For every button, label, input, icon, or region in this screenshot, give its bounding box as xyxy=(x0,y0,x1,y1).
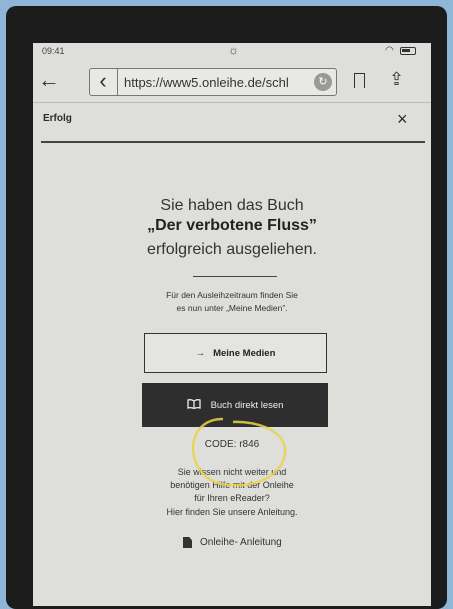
loan-info-line-2: es nun unter „Meine Medien”. xyxy=(176,303,288,313)
exit-browser-arrow-icon[interactable]: ← xyxy=(38,67,60,93)
document-icon xyxy=(183,537,192,548)
book-title: „Der verbotene Fluss” xyxy=(147,217,317,234)
screen: 09:41 ☼ ◠ ← ‹ https://www5.onleihe.de/sc… xyxy=(33,43,431,606)
header-divider xyxy=(41,141,425,143)
address-bar[interactable]: ‹ https://www5.onleihe.de/schl ↻ xyxy=(89,68,337,96)
battery-icon xyxy=(400,47,416,55)
bookmark-icon[interactable] xyxy=(354,73,365,92)
success-line-3: erfolgreich ausgeliehen. xyxy=(147,241,317,258)
my-media-button[interactable]: → Meine Medien xyxy=(144,333,327,373)
manual-link-label: Onleihe- Anleitung xyxy=(200,537,282,548)
frontlight-icon[interactable]: ☼ xyxy=(228,43,239,57)
loan-code: CODE: r846 xyxy=(204,439,260,450)
wifi-icon: ◠ xyxy=(385,45,394,56)
success-line-1: Sie haben das Buch xyxy=(160,197,304,214)
read-now-button[interactable]: Buch direkt lesen xyxy=(142,383,328,427)
reload-icon[interactable]: ↻ xyxy=(314,73,332,91)
separator xyxy=(193,276,277,277)
status-bar: 09:41 ☼ ◠ xyxy=(33,43,431,60)
share-icon[interactable]: ⇪ xyxy=(389,69,404,90)
help-line-1: Sie wissen nicht weiter und xyxy=(177,467,287,477)
url-text[interactable]: https://www5.onleihe.de/schl xyxy=(124,75,310,90)
open-book-icon xyxy=(186,398,201,412)
read-now-label: Buch direkt lesen xyxy=(210,399,284,411)
help-line-2: benötigen Hilfe mit der Onleihe xyxy=(170,480,294,490)
back-button[interactable]: ‹ xyxy=(89,68,118,96)
ereader-device: 09:41 ☼ ◠ ← ‹ https://www5.onleihe.de/sc… xyxy=(6,6,447,609)
help-line-3: für Ihren eReader? xyxy=(194,493,270,503)
manual-link[interactable]: Onleihe- Anleitung xyxy=(183,537,282,548)
help-line-4: Hier finden Sie unsere Anleitung. xyxy=(166,507,298,517)
loan-info-line-1: Für den Ausleihzeitraum finden Sie xyxy=(166,290,298,300)
close-icon[interactable]: × xyxy=(397,109,408,130)
clock: 09:41 xyxy=(42,46,65,56)
dialog-header: Erfolg × xyxy=(33,103,431,137)
arrow-right-icon: → xyxy=(195,347,206,359)
browser-toolbar: ← ‹ https://www5.onleihe.de/schl ↻ ⇪ xyxy=(33,60,431,103)
my-media-label: Meine Medien xyxy=(213,347,276,359)
dialog-title: Erfolg xyxy=(43,113,72,124)
